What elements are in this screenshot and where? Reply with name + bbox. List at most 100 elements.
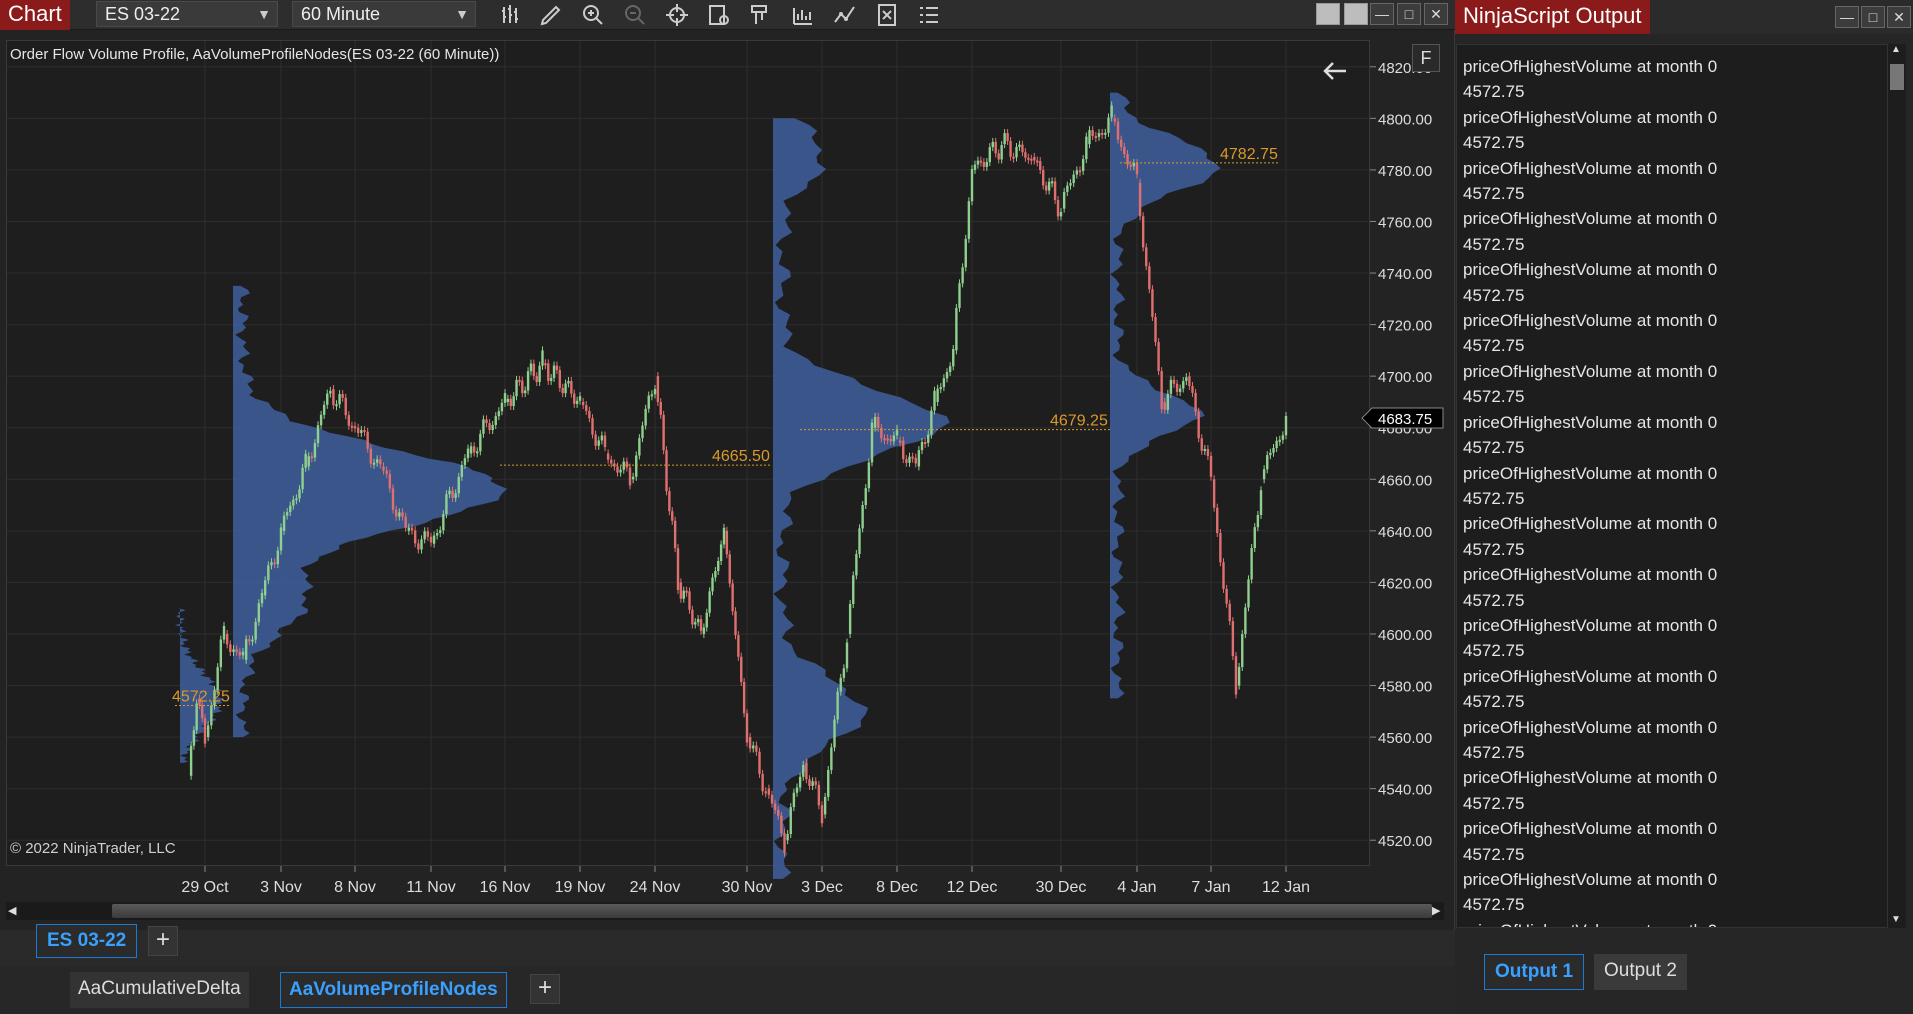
candle-body: [1075, 170, 1079, 175]
scrollbar-thumb[interactable]: [1890, 64, 1904, 90]
candle-body: [1269, 452, 1272, 456]
candle-body: [385, 470, 388, 474]
candle-body: [564, 383, 567, 394]
candle-body: [665, 450, 668, 492]
candle-body: [827, 770, 830, 797]
candle-body: [417, 543, 420, 550]
candle-body: [1160, 371, 1163, 410]
candle-body: [905, 459, 908, 463]
candle-body: [512, 396, 515, 407]
candle-body: [482, 419, 485, 434]
candle-body: [439, 530, 442, 534]
poc-label: 4572.25: [172, 689, 230, 706]
candle-body: [445, 494, 448, 515]
candle-body: [248, 639, 251, 642]
candle-body: [1169, 379, 1173, 394]
candle-body: [429, 536, 433, 543]
tab-aacumulativedelta[interactable]: AaCumulativeDelta: [70, 972, 249, 1008]
candle-body: [731, 583, 734, 612]
candle-body: [994, 141, 997, 154]
candle-body: [222, 625, 226, 640]
candle-body: [1256, 515, 1260, 528]
output-line: 4572.75: [1463, 387, 1525, 407]
candle-body: [1123, 146, 1126, 155]
volume-profile: [233, 285, 508, 738]
candle-body: [432, 535, 436, 544]
candle-body: [1228, 603, 1231, 622]
arrow-left-icon[interactable]: [1320, 56, 1350, 86]
f-button[interactable]: F: [1412, 44, 1440, 72]
tab-output-2[interactable]: Output 2: [1594, 954, 1687, 990]
candle-body: [535, 376, 538, 383]
candle-body: [442, 514, 445, 531]
minimize-button[interactable]: —: [1835, 6, 1859, 28]
candle-body: [244, 639, 248, 660]
candle-body: [898, 440, 902, 443]
candle-body: [1163, 401, 1166, 410]
candle-body: [567, 380, 570, 384]
candle-body: [748, 737, 752, 749]
candle-body: [476, 451, 479, 454]
output-text-area[interactable]: priceOfHighestVolume at month 0 4572.75 pr…: [1456, 44, 1888, 928]
candle-body: [1219, 533, 1222, 563]
output-line: 4572.75: [1463, 539, 1525, 559]
candle-body: [958, 283, 961, 308]
tab-aavolumeprofilenodes[interactable]: AaVolumeProfileNodes: [280, 972, 507, 1008]
add-workspace-tab-button[interactable]: +: [530, 974, 560, 1004]
candle-body: [292, 499, 295, 506]
candle-body: [777, 809, 780, 816]
scroll-up-icon[interactable]: ▲: [1891, 44, 1901, 55]
candle-body: [1072, 174, 1075, 184]
candle-body: [955, 307, 958, 351]
candle-body: [1059, 211, 1063, 217]
candle-body: [594, 434, 597, 446]
candle-body: [407, 527, 411, 531]
candle-body: [1027, 157, 1030, 160]
candle-body: [861, 504, 864, 529]
vertical-scrollbar[interactable]: [1888, 44, 1906, 928]
candle-body: [1069, 183, 1072, 186]
maximize-button[interactable]: □: [1861, 6, 1885, 28]
candle-body: [426, 531, 430, 537]
candle-body: [229, 644, 232, 652]
candle-body: [360, 430, 363, 433]
candle-body: [635, 455, 638, 477]
candle-body: [335, 404, 338, 407]
y-tick-label: 4720.00: [1378, 318, 1432, 335]
candle-body: [653, 389, 657, 395]
candle-body: [529, 363, 533, 372]
candle-body: [1172, 379, 1176, 384]
candle-body: [544, 363, 547, 366]
output-window-title: NinjaScript Output: [1455, 0, 1650, 34]
candle-body: [479, 433, 482, 452]
plot-title: Order Flow Volume Profile, AaVolumeProfi…: [10, 46, 500, 63]
candle-body: [1250, 548, 1253, 580]
candle-body: [454, 493, 457, 498]
candle-body: [742, 682, 746, 714]
candle-body: [1247, 579, 1250, 608]
output-lines: priceOfHighestVolume at month 0 4572.75 pr…: [1457, 45, 1887, 927]
output-line: priceOfHighestVolume at month 0: [1463, 57, 1718, 76]
candle-body: [836, 691, 839, 720]
candle-body: [232, 649, 235, 652]
candle-body: [1012, 156, 1015, 159]
candle-body: [279, 527, 283, 551]
scroll-down-icon[interactable]: ▼: [1891, 914, 1901, 925]
scroll-right-icon[interactable]: ▶: [1432, 904, 1440, 917]
scrollbar-thumb[interactable]: [112, 904, 1432, 918]
candle-body: [506, 398, 510, 402]
close-button[interactable]: ✕: [1887, 6, 1911, 28]
candle-body: [830, 747, 833, 771]
candle-body: [1151, 289, 1154, 318]
candle-body: [225, 633, 229, 645]
add-tab-button[interactable]: +: [148, 926, 178, 956]
candle-body: [219, 639, 223, 668]
candle-body: [372, 462, 376, 465]
candle-body: [761, 773, 764, 792]
tab-output-1[interactable]: Output 1: [1484, 954, 1585, 990]
output-line: priceOfHighestVolume at month 0: [1463, 615, 1718, 635]
candle-body: [1253, 527, 1256, 549]
scroll-left-icon[interactable]: ◀: [8, 904, 16, 917]
candle-body: [952, 348, 955, 367]
tab-es-03-22[interactable]: ES 03-22: [36, 924, 138, 958]
